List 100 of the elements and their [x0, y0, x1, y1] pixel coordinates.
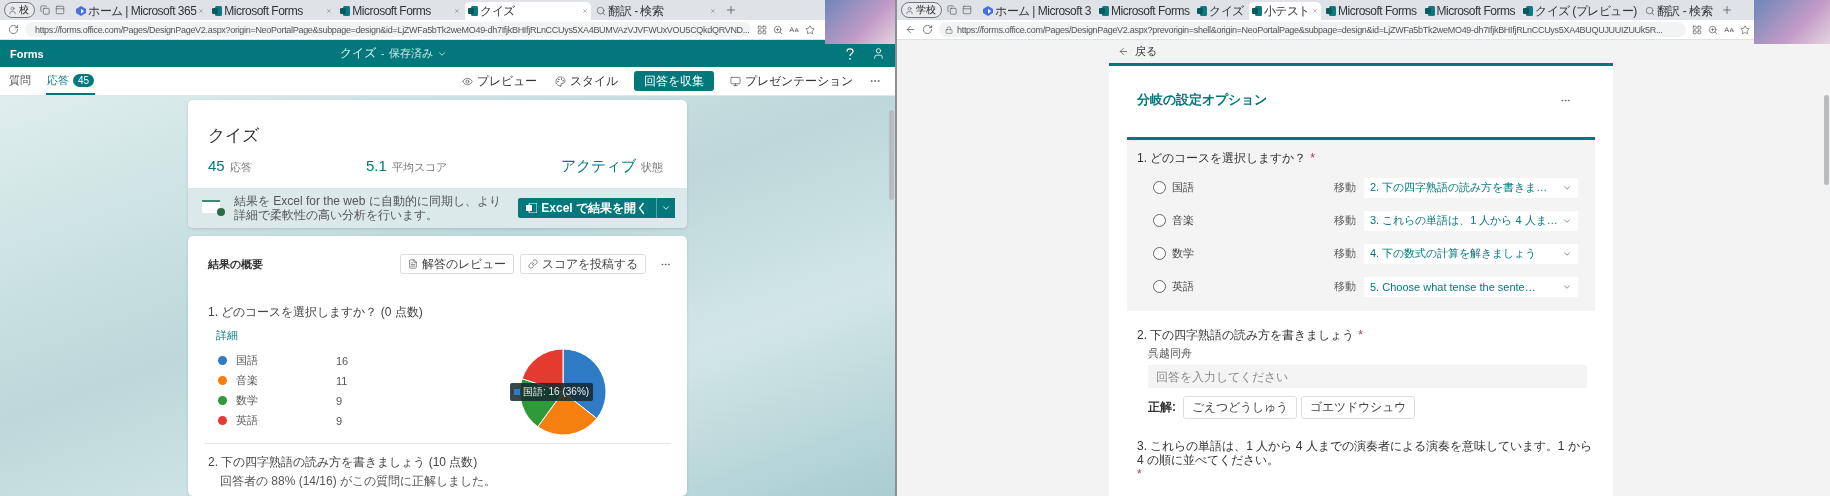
address-field[interactable]: https://forms.office.com/Pages/DesignPageV2.aspx?prevorigin=shell&origin=NeoPortalPage&subpage=design&id=LjZWFa5bTk2weMO49-dh7IfjkBHIfjRLnCCUys5XA4BUQUJUUIZUUk5R...: [939, 22, 1686, 37]
option-label: 英語: [1172, 279, 1195, 294]
radio-button[interactable]: [1153, 247, 1166, 260]
target-dropdown[interactable]: 2. 下の四字熟語の読み方を書きま…: [1364, 177, 1578, 198]
action-button[interactable]: スコアを投稿する: [520, 254, 646, 274]
workspaces-icon[interactable]: [947, 5, 957, 15]
excel-icon: [526, 203, 538, 213]
help-icon[interactable]: [846, 47, 854, 60]
banner-text: 結果を Excel for the web に自動的に同期し、より詳細で柔軟性の高い分析を行います。: [234, 194, 502, 222]
toolbar-button[interactable]: プレビュー: [460, 71, 539, 91]
workspaces-icon[interactable]: [40, 5, 50, 15]
legend-count: 11: [336, 374, 348, 387]
close-icon[interactable]: [454, 8, 461, 14]
eye-icon: [462, 75, 473, 87]
document-icon: [408, 259, 418, 269]
read-aloud-icon[interactable]: [789, 24, 799, 35]
radio-button[interactable]: [1153, 181, 1166, 194]
browser-tab[interactable]: クイズ: [465, 2, 592, 20]
browser-tab[interactable]: Microsoft Forms: [337, 2, 464, 20]
new-tab-icon[interactable]: [725, 4, 738, 16]
address-field[interactable]: https://forms.office.com/Pages/DesignPageV2.aspx?origin=NeoPortalPage&subpage=design&id=LjZWFa5bTk2weMO49-dh7IfjkBHIfjRLnCCUys5XA4BUMVAzVJVFWUxVOU5CQkdQRVND...: [25, 22, 751, 37]
spreadsheet-icon: [202, 200, 226, 216]
browser-tab[interactable]: Microsoft Forms: [1095, 2, 1193, 20]
legend-label: 数学: [236, 393, 259, 408]
form-title[interactable]: クイズ: [340, 45, 376, 62]
star-icon[interactable]: [1740, 24, 1750, 35]
browser-tab[interactable]: Microsoft Forms: [1421, 2, 1518, 20]
profile-button[interactable]: 学校: [901, 2, 942, 18]
close-icon[interactable]: [326, 8, 333, 14]
section-title: 結果の概要: [208, 256, 264, 272]
browser-tab[interactable]: 小テスト: [1249, 2, 1321, 20]
scrollbar[interactable]: [1824, 95, 1829, 185]
account-icon[interactable]: [872, 47, 885, 60]
zoom-icon[interactable]: [1708, 24, 1718, 35]
forms-logo-icon: [1424, 6, 1435, 16]
stat-label: 応答: [229, 160, 252, 175]
legend-label: 音楽: [236, 373, 259, 388]
browser-tab[interactable]: ホーム | Microsoft 365: [73, 2, 208, 20]
view-tab[interactable]: 質問: [8, 67, 32, 95]
legend-label: 国語: [236, 353, 259, 368]
close-icon[interactable]: [198, 8, 205, 14]
toolbar-button[interactable]: スタイル: [553, 71, 620, 91]
monitor-icon: [730, 75, 741, 87]
palette-icon: [555, 75, 566, 87]
refresh-icon[interactable]: [8, 24, 19, 35]
radio-button[interactable]: [1153, 280, 1166, 293]
target-dropdown[interactable]: 3. これらの単語は、1 人から 4 人ま…: [1364, 210, 1578, 231]
chevron-down-icon: [661, 203, 671, 213]
close-icon[interactable]: [582, 8, 589, 14]
browser-tab[interactable]: 翻訳 - 検索: [1641, 2, 1715, 20]
app-logo-icon: [76, 6, 86, 16]
forms-logo-icon: [1523, 6, 1533, 16]
apps-icon[interactable]: [757, 24, 767, 35]
browser-tab[interactable]: 翻訳 - 検索: [593, 2, 720, 20]
back-arrow-icon: [1118, 46, 1129, 57]
stat-value: 5.1: [365, 157, 387, 174]
new-tab-icon[interactable]: [1721, 4, 1733, 16]
profile-button[interactable]: 校: [4, 2, 35, 18]
forms-logo-icon: [468, 6, 479, 16]
person-icon: [8, 5, 17, 15]
read-aloud-icon[interactable]: [1724, 24, 1734, 35]
collect-responses-button[interactable]: 回答を収集: [634, 71, 714, 91]
star-icon[interactable]: [805, 24, 815, 35]
browser-tab[interactable]: ホーム | Microsoft 3: [980, 2, 1094, 20]
zoom-icon[interactable]: [773, 24, 783, 35]
browser-tab[interactable]: Microsoft Forms: [209, 2, 336, 20]
chart-tooltip: 国語: 16 (36%): [510, 383, 594, 401]
title-separator: -: [381, 48, 385, 59]
browser-tab[interactable]: クイズ (プレビュー): [1520, 2, 1640, 20]
target-dropdown[interactable]: 4. 下の数式の計算を解きましょう: [1364, 243, 1578, 264]
browser-tab[interactable]: クイズ: [1194, 2, 1247, 20]
save-status: 保存済み: [389, 46, 434, 61]
question-title: 3. これらの単語は、1 人から 4 人までの演奏者による演奏を意味しています。1 から 4 の順に並べてください。 *: [1136, 438, 1593, 481]
stat-value: アクティブ: [561, 157, 636, 176]
details-link[interactable]: 詳細: [216, 328, 238, 343]
tab-actions-icon[interactable]: [55, 5, 65, 15]
refresh-icon[interactable]: [922, 24, 933, 35]
back-link[interactable]: 戻る: [1109, 40, 1157, 63]
question-title: 2. 下の四字熟語の読み方を書きましょう (10 点数): [207, 454, 479, 471]
apps-icon[interactable]: [1692, 24, 1702, 35]
count-badge: 45: [73, 73, 95, 87]
dropdown-button[interactable]: [656, 198, 675, 218]
tab-actions-icon[interactable]: [962, 5, 972, 15]
app-name: Forms: [10, 47, 45, 60]
correct-answer: ゴエツドウシュウ: [1301, 396, 1415, 419]
answer-field[interactable]: 回答を入力してください: [1148, 365, 1587, 388]
correct-answer: ごえつどうしゅう: [1183, 396, 1297, 419]
card-title: クイズ: [207, 125, 260, 147]
target-dropdown[interactable]: 5. Choose what tense the sente…: [1364, 276, 1578, 297]
goto-label: 移動: [1334, 279, 1357, 294]
legend-label: 英語: [236, 413, 259, 428]
close-icon[interactable]: [710, 8, 717, 14]
back-icon[interactable]: [905, 24, 916, 35]
forms-logo-icon: [1252, 6, 1262, 16]
scrollbar[interactable]: [889, 110, 894, 200]
browser-tab[interactable]: Microsoft Forms: [1323, 2, 1420, 20]
toolbar-button[interactable]: プレゼンテーション: [728, 71, 855, 91]
close-icon[interactable]: [1312, 8, 1318, 14]
action-button[interactable]: 解答のレビュー: [400, 254, 514, 274]
radio-button[interactable]: [1153, 214, 1166, 227]
